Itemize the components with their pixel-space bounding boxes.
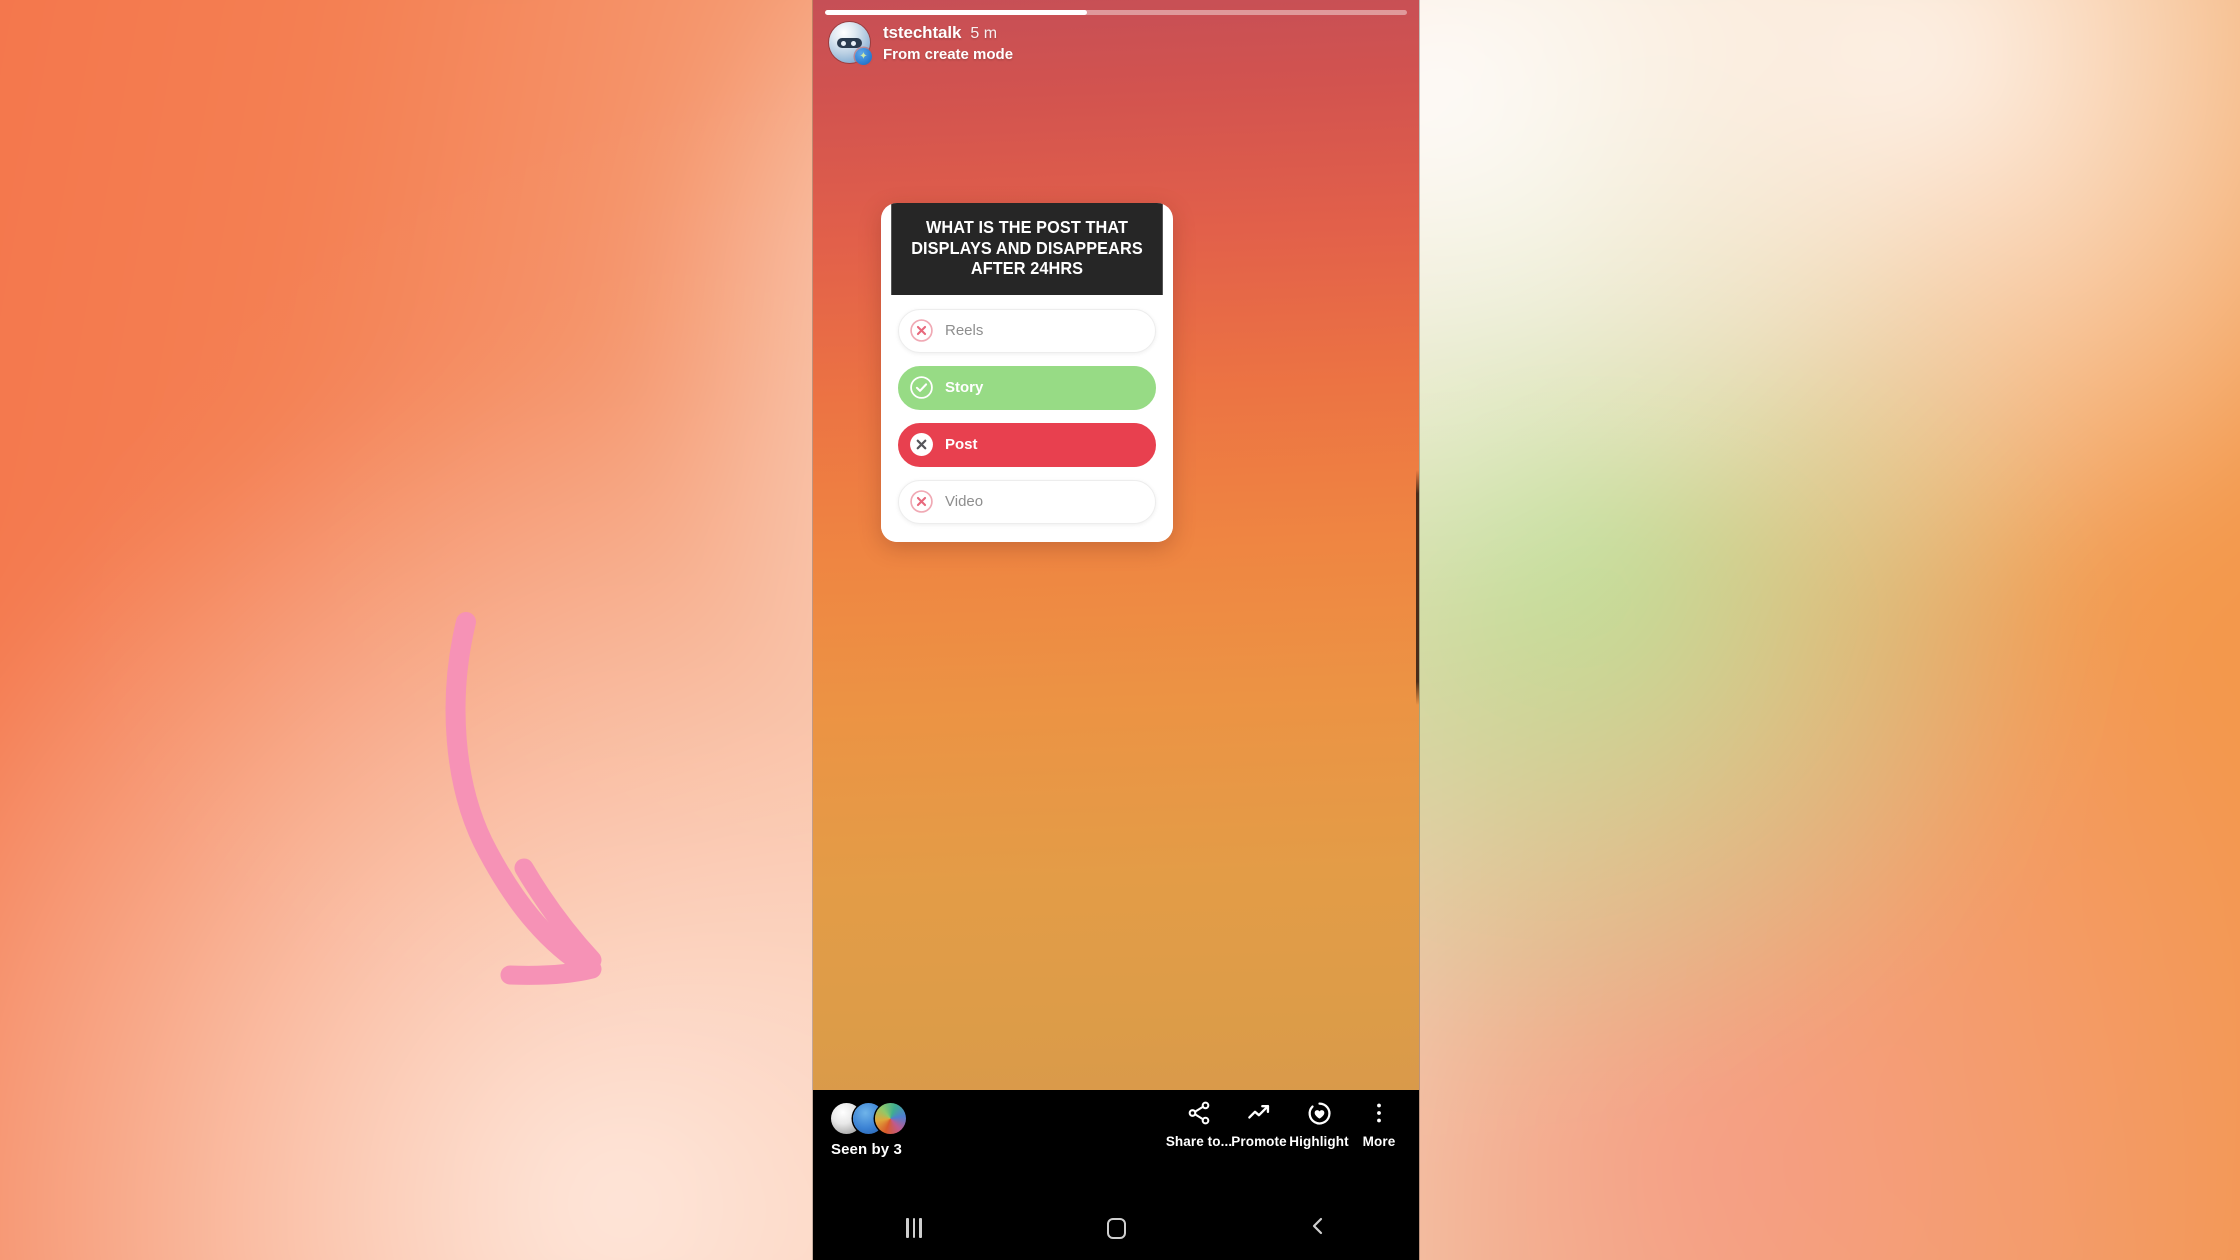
nav-back-button[interactable] — [1273, 1206, 1363, 1250]
story-progress-fill — [825, 10, 1087, 15]
story-header: ✦ tstechtalk 5 m From create mode — [829, 22, 1013, 65]
highlight-label: Highlight — [1289, 1134, 1349, 1149]
nav-home-button[interactable] — [1071, 1206, 1161, 1250]
trending-up-icon — [1246, 1099, 1273, 1127]
quiz-option-label: Reels — [945, 322, 984, 340]
highlight-button[interactable]: Highlight — [1289, 1099, 1349, 1149]
story-subtitle: From create mode — [883, 46, 1014, 63]
android-navbar — [813, 1196, 1419, 1260]
back-chevron-icon — [1307, 1214, 1329, 1243]
quiz-option-label: Story — [945, 379, 984, 397]
quiz-options-list: Reels Story Post Video — [881, 294, 1173, 542]
story-progress-bar[interactable] — [825, 10, 1407, 15]
more-button[interactable]: More — [1349, 1099, 1409, 1149]
viewer-avatar-3 — [875, 1102, 906, 1134]
cross-circle-icon — [909, 489, 934, 514]
quiz-option-reels[interactable]: Reels — [898, 308, 1156, 353]
promote-button[interactable]: Promote — [1229, 1099, 1289, 1149]
story-canvas[interactable]: ✦ tstechtalk 5 m From create mode WHAT I… — [813, 0, 1419, 1090]
quiz-option-label: Post — [945, 436, 978, 454]
quiz-option-post[interactable]: Post — [898, 422, 1156, 467]
viewer-avatars[interactable] — [831, 1101, 906, 1135]
nav-recents-button[interactable] — [869, 1206, 959, 1250]
cross-circle-icon — [909, 318, 934, 343]
more-label: More — [1362, 1134, 1396, 1149]
story-header-text: tstechtalk 5 m From create mode — [883, 22, 1013, 63]
more-vertical-icon — [1367, 1099, 1391, 1127]
screenshot-root: ✦ tstechtalk 5 m From create mode WHAT I… — [0, 0, 2240, 1260]
timestamp: 5 m — [970, 25, 998, 42]
story-actions: Share to... Promote Highlight More — [1165, 1099, 1409, 1149]
phone-screen: ✦ tstechtalk 5 m From create mode WHAT I… — [813, 0, 1419, 1260]
quiz-question: WHAT IS THE POST THAT DISPLAYS AND DISAP… — [891, 203, 1163, 295]
phone-bezel-edge — [1416, 470, 1419, 705]
check-circle-icon — [909, 375, 934, 400]
cross-circle-filled-icon — [909, 432, 934, 457]
recents-icon — [906, 1218, 922, 1238]
promote-label: Promote — [1231, 1134, 1287, 1149]
story-bottom-bar: Seen by 3 Share to... Promote Highlight … — [813, 1090, 1419, 1196]
share-to-button[interactable]: Share to... — [1165, 1099, 1233, 1149]
quiz-sticker[interactable]: WHAT IS THE POST THAT DISPLAYS AND DISAP… — [881, 203, 1173, 542]
highlight-heart-icon — [1306, 1099, 1333, 1127]
seen-by-label[interactable]: Seen by 3 — [831, 1141, 902, 1158]
home-square-icon — [1106, 1217, 1126, 1239]
story-header-line: tstechtalk 5 m — [883, 23, 1013, 43]
avatar[interactable]: ✦ — [829, 22, 872, 65]
crosspost-badge-icon: ✦ — [855, 48, 872, 65]
quiz-option-story[interactable]: Story — [898, 365, 1156, 410]
share-nodes-icon — [1186, 1099, 1212, 1127]
avatar-eye-left — [841, 41, 846, 46]
avatar-eye-right — [851, 41, 856, 46]
share-to-label: Share to... — [1165, 1134, 1233, 1149]
seen-by-group[interactable]: Seen by 3 — [831, 1101, 906, 1158]
username[interactable]: tstechtalk — [883, 23, 961, 43]
quiz-option-label: Video — [945, 493, 984, 511]
quiz-option-video[interactable]: Video — [898, 479, 1156, 524]
